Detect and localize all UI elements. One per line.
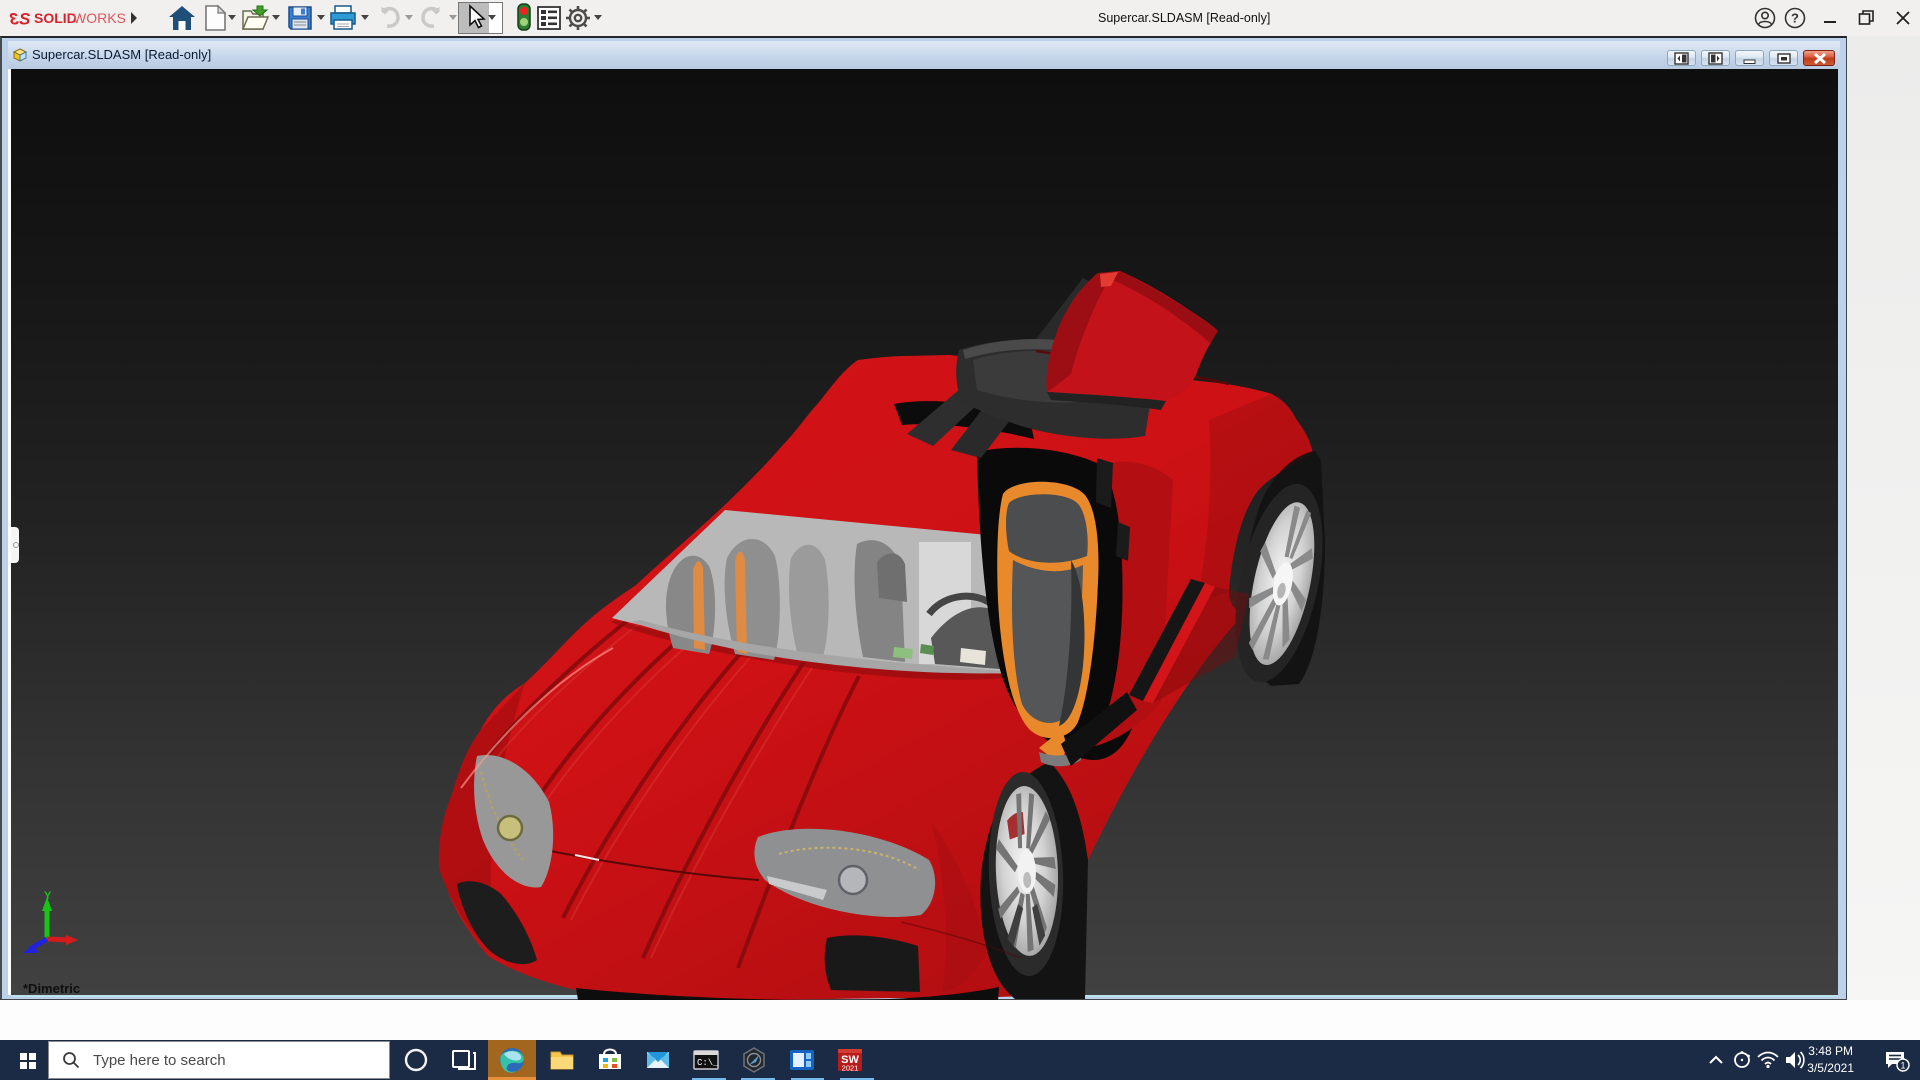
svg-text:S: S xyxy=(19,10,31,29)
svg-text:1: 1 xyxy=(1900,1061,1905,1071)
svg-text:Y: Y xyxy=(44,890,52,902)
svg-text:3: 3 xyxy=(9,10,19,29)
svg-text:2021: 2021 xyxy=(842,1064,859,1073)
svg-text:WORKS: WORKS xyxy=(73,10,126,26)
svg-text:?: ? xyxy=(1791,11,1799,26)
svg-text:C:\_: C:\_ xyxy=(697,1058,719,1068)
svg-text:SOLID: SOLID xyxy=(34,10,77,26)
